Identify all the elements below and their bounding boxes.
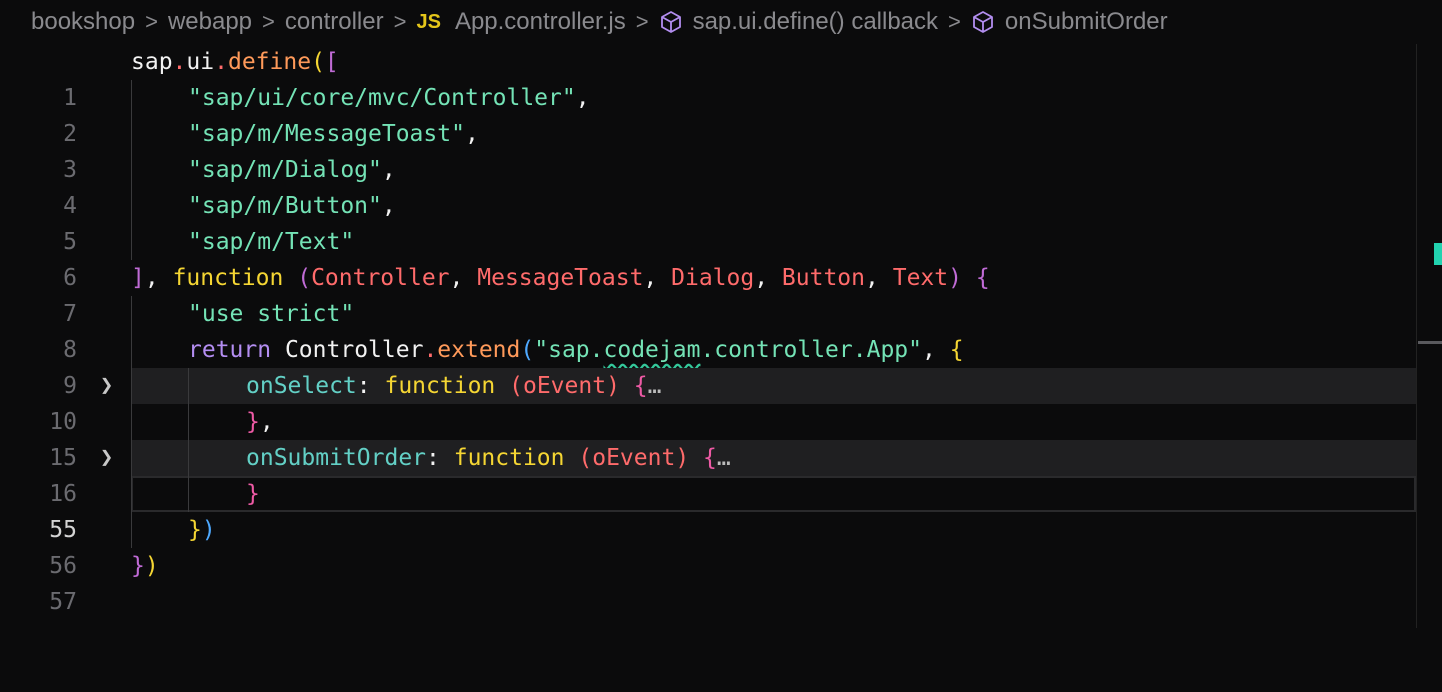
code-text: }) [131, 553, 159, 579]
overview-ruler-marker [1434, 243, 1442, 265]
code-line[interactable]: 9 return Controller.extend("sap.codejam.… [0, 332, 1416, 399]
code-text: return Controller.extend("sap.codejam.co… [188, 337, 964, 363]
breadcrumb-item-file[interactable]: JS App.controller.js [416, 8, 625, 36]
chevron-right-icon: > [145, 9, 158, 34]
indent-guide [131, 296, 132, 332]
breadcrumb-item-bookshop[interactable]: bookshop [31, 8, 135, 36]
code-line[interactable]: 8 "use strict" [0, 296, 1416, 363]
indent-guide [131, 332, 132, 368]
breadcrumb-label: App.controller.js [454, 8, 626, 35]
chevron-right-icon: > [393, 9, 407, 34]
breadcrumb-item-controller[interactable]: controller [285, 8, 384, 36]
indent-guide [131, 404, 132, 440]
code-line[interactable]: 6 "sap/m/Text" [0, 224, 1416, 291]
code-text: "sap/m/MessageToast", [188, 121, 479, 147]
breadcrumb-item-method[interactable]: onSubmitOrder [971, 8, 1168, 36]
indent-guide [131, 80, 132, 116]
indent-guide [131, 440, 132, 476]
folded-region-indicator[interactable]: … [717, 445, 731, 471]
indent-guide [131, 188, 132, 224]
code-text: }, [246, 409, 274, 435]
chevron-right-icon[interactable]: ❯ [100, 368, 113, 404]
code-line-folded[interactable]: 16 ❯ onSubmitOrder: function (oEvent) {… [0, 440, 1416, 507]
folded-region-indicator[interactable]: … [648, 373, 662, 399]
code-text: "sap/m/Dialog", [188, 157, 396, 183]
code-text: "sap/m/Text" [188, 229, 355, 255]
chevron-right-icon[interactable]: ❯ [100, 440, 113, 476]
code-line-folded[interactable]: 10 ❯ onSelect: function (oEvent) {… [0, 368, 1416, 435]
code-text: onSelect: function (oEvent) {… [246, 373, 662, 399]
indent-guide [131, 224, 132, 260]
code-line[interactable]: 5 "sap/m/Button", [0, 188, 1416, 255]
breadcrumb-label: bookshop [31, 8, 136, 35]
indent-guide [188, 404, 189, 440]
breadcrumb-label: onSubmitOrder [1004, 8, 1168, 35]
code-text: sap.ui.define([ [131, 49, 339, 75]
scrollbar-thumb[interactable] [1418, 341, 1442, 344]
javascript-file-icon: JS [416, 10, 441, 33]
code-line[interactable]: 3 "sap/m/MessageToast", [0, 116, 1416, 183]
chevron-right-icon: > [948, 9, 961, 34]
code-text: onSubmitOrder: function (oEvent) {… [246, 445, 731, 471]
indent-guide [131, 116, 132, 152]
code-text: "sap/ui/core/mvc/Controller", [188, 85, 590, 111]
symbol-method-icon [972, 11, 993, 33]
chevron-right-icon: > [635, 9, 649, 34]
code-text: ], function (Controller, MessageToast, D… [131, 265, 990, 291]
code-line[interactable]: 1 sap.ui.define([ [0, 44, 1416, 111]
code-text: "use strict" [188, 301, 355, 327]
code-line[interactable]: 56 }) [0, 512, 1416, 579]
indent-guide [131, 152, 132, 188]
symbol-method-icon [660, 11, 681, 33]
line-number: 57 [49, 589, 77, 615]
code-text: }) [188, 517, 216, 543]
indent-guide [188, 476, 189, 512]
code-text: } [246, 481, 260, 507]
chevron-right-icon: > [262, 9, 275, 34]
indent-guide [131, 368, 132, 404]
breadcrumb-item-webapp[interactable]: webapp [168, 8, 252, 36]
breadcrumb: bookshop > webapp > controller > JS App.… [0, 0, 1442, 44]
code-line[interactable]: 4 "sap/m/Dialog", [0, 152, 1416, 219]
indent-guide [188, 440, 189, 476]
breadcrumb-label: webapp [167, 8, 253, 35]
breadcrumb-item-callback[interactable]: sap.ui.define() callback [659, 8, 938, 36]
breadcrumb-label: sap.ui.define() callback [692, 8, 939, 35]
spelling-warning: codejam [603, 337, 701, 363]
code-text: "sap/m/Button", [188, 193, 396, 219]
vertical-scrollbar[interactable] [1416, 44, 1442, 628]
breadcrumb-label: controller [284, 8, 384, 35]
code-line[interactable]: 2 "sap/ui/core/mvc/Controller", [0, 80, 1416, 147]
indent-guide [131, 512, 132, 548]
code-editor[interactable]: 1 sap.ui.define([ 2 "sap/ui/core/mvc/Con… [0, 44, 1416, 615]
code-line[interactable]: 57 }) [0, 548, 1416, 615]
code-line[interactable]: 15 }, [0, 404, 1416, 471]
indent-guide [131, 476, 132, 512]
code-line-current[interactable]: 55 } [0, 476, 1416, 543]
code-line[interactable]: 7 ], function (Controller, MessageToast,… [0, 260, 1416, 327]
indent-guide [188, 368, 189, 404]
